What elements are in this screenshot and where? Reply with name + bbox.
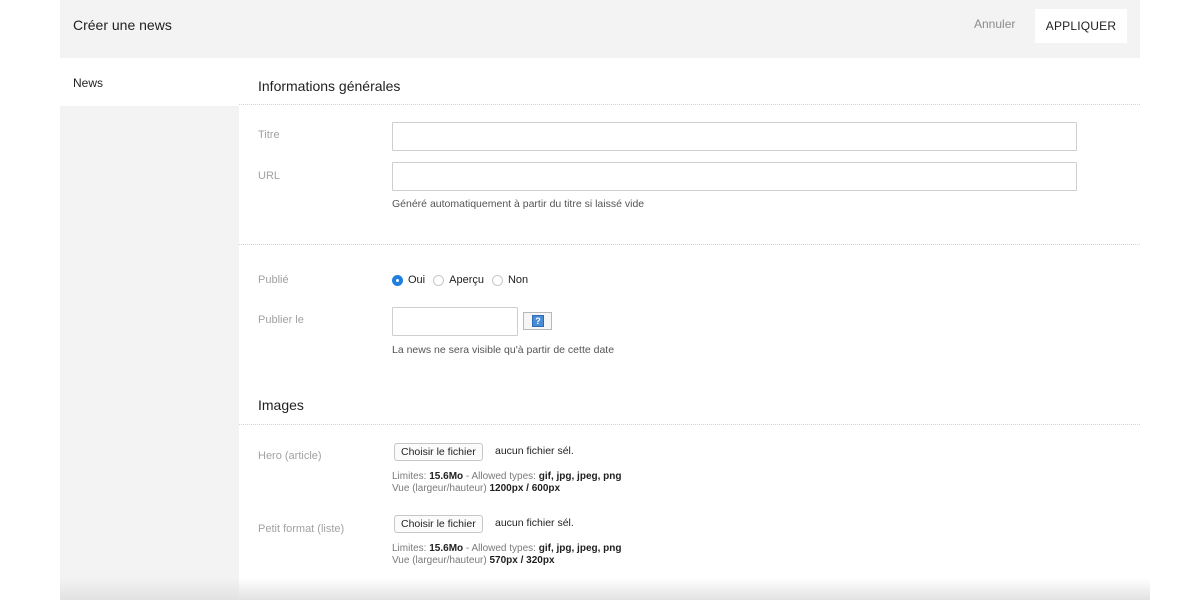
radio-option-oui[interactable]: Oui: [392, 274, 425, 286]
url-label: URL: [258, 170, 281, 182]
hero-limits-prefix: Limites:: [392, 471, 427, 482]
hero-choose-file-button[interactable]: Choisir le fichier: [394, 443, 483, 461]
page-title: Créer une news: [73, 17, 172, 33]
thumbnail-types-prefix: - Allowed types:: [463, 543, 536, 554]
publish-date-label: Publier le: [258, 314, 304, 326]
thumbnail-view-prefix: Vue (largeur/hauteur): [392, 555, 487, 566]
radio-option-non[interactable]: Non: [491, 274, 529, 286]
divider: [239, 424, 1140, 425]
thumbnail-limits: Limites: 15.6Mo - Allowed types: gif, jp…: [392, 543, 622, 555]
hero-limits-value: 15.6Mo: [429, 471, 464, 482]
hero-file-status: aucun fichier sél.: [495, 445, 574, 457]
calendar-button[interactable]: ?: [523, 312, 552, 330]
publish-date-hint: La news ne sera visible qu'à partir de c…: [392, 344, 615, 356]
radio-non-label: Non: [507, 274, 529, 286]
hero-types-value: gif, jpg, jpeg, png: [538, 471, 622, 482]
hero-types-prefix: - Allowed types:: [463, 471, 536, 482]
title-label: Titre: [258, 129, 280, 141]
thumbnail-limits-value: 15.6Mo: [429, 543, 464, 554]
radio-non[interactable]: [491, 274, 503, 286]
radio-oui-label: Oui: [408, 274, 426, 286]
hero-limits: Limites: 15.6Mo - Allowed types: gif, jp…: [392, 471, 622, 483]
radio-oui[interactable]: [392, 274, 403, 286]
url-input[interactable]: [392, 162, 1077, 191]
calendar-icon: ?: [532, 315, 544, 327]
sidebar-item-news[interactable]: News: [60, 58, 239, 106]
apply-button[interactable]: APPLIQUER: [1035, 9, 1127, 43]
radio-option-apercu[interactable]: Aperçu: [433, 274, 484, 286]
top-bar: Créer une news Annuler APPLIQUER: [60, 0, 1140, 58]
hero-label: Hero (article): [258, 450, 322, 462]
publish-date-input[interactable]: [392, 307, 518, 336]
main-form: Informations générales Titre URL Généré …: [239, 58, 1140, 600]
divider: [239, 244, 1140, 245]
divider: [239, 104, 1140, 105]
sidebar: News: [60, 58, 239, 600]
section-title-images: Images: [258, 397, 304, 413]
published-label: Publié: [258, 274, 289, 286]
thumbnail-view: Vue (largeur/hauteur) 570px / 320px: [392, 555, 555, 567]
thumbnail-label: Petit format (liste): [258, 523, 345, 535]
radio-apercu[interactable]: [433, 274, 445, 286]
hero-view: Vue (largeur/hauteur) 1200px / 600px: [392, 483, 560, 495]
section-title-general: Informations générales: [258, 78, 401, 94]
thumbnail-choose-file-button[interactable]: Choisir le fichier: [394, 515, 483, 533]
published-radio-group: Oui Aperçu Non: [392, 273, 536, 287]
title-input[interactable]: [392, 122, 1077, 151]
thumbnail-view-value: 570px / 320px: [489, 555, 555, 566]
thumbnail-file-status: aucun fichier sél.: [495, 517, 574, 529]
bottom-shadow: [60, 578, 1150, 600]
thumbnail-limits-prefix: Limites:: [392, 543, 427, 554]
sidebar-item-label: News: [73, 76, 104, 90]
hero-view-prefix: Vue (largeur/hauteur): [392, 483, 487, 494]
cancel-button[interactable]: Annuler: [974, 17, 1015, 31]
thumbnail-types-value: gif, jpg, jpeg, png: [538, 543, 622, 554]
url-hint: Généré automatiquement à partir du titre…: [392, 198, 645, 210]
hero-view-value: 1200px / 600px: [489, 483, 561, 494]
radio-apercu-label: Aperçu: [449, 274, 484, 286]
